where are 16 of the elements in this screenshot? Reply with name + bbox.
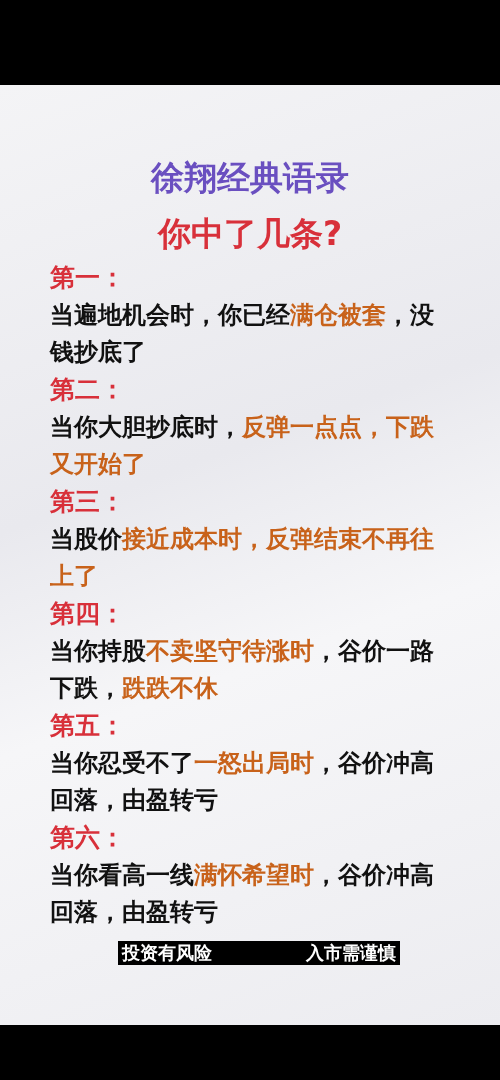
section-heading: 第六：	[50, 822, 125, 854]
section-heading: 第二：	[50, 374, 125, 406]
quote-text: 当你持股不卖坚守待涨时，谷价一路下跌，跌跌不休	[50, 636, 435, 704]
quote-text: 当股价接近成本时，反弹结束不再往上了	[50, 524, 435, 592]
quote-text: 当你大胆抄底时，反弹一点点，下跌又开始了	[50, 412, 435, 480]
section-heading: 第四：	[50, 598, 125, 630]
quote-text: 当你看高一线满怀希望时，谷价冲高回落，由盈转亏	[50, 860, 435, 928]
section-heading: 第三：	[50, 486, 125, 518]
caption-text: 投资有风险	[122, 941, 212, 965]
poster-subtitle: 你中了几条?	[156, 213, 344, 255]
section-heading: 第五：	[50, 710, 125, 742]
quote-text: 当你忍受不了一怒出局时，谷价冲高回落，由盈转亏	[50, 748, 435, 816]
quote-text: 当遍地机会时，你已经满仓被套，没钱抄底了	[50, 300, 435, 368]
caption-text: 入市需谨慎	[306, 941, 396, 965]
section-heading: 第一：	[50, 262, 125, 294]
poster-title: 徐翔经典语录	[149, 157, 350, 199]
